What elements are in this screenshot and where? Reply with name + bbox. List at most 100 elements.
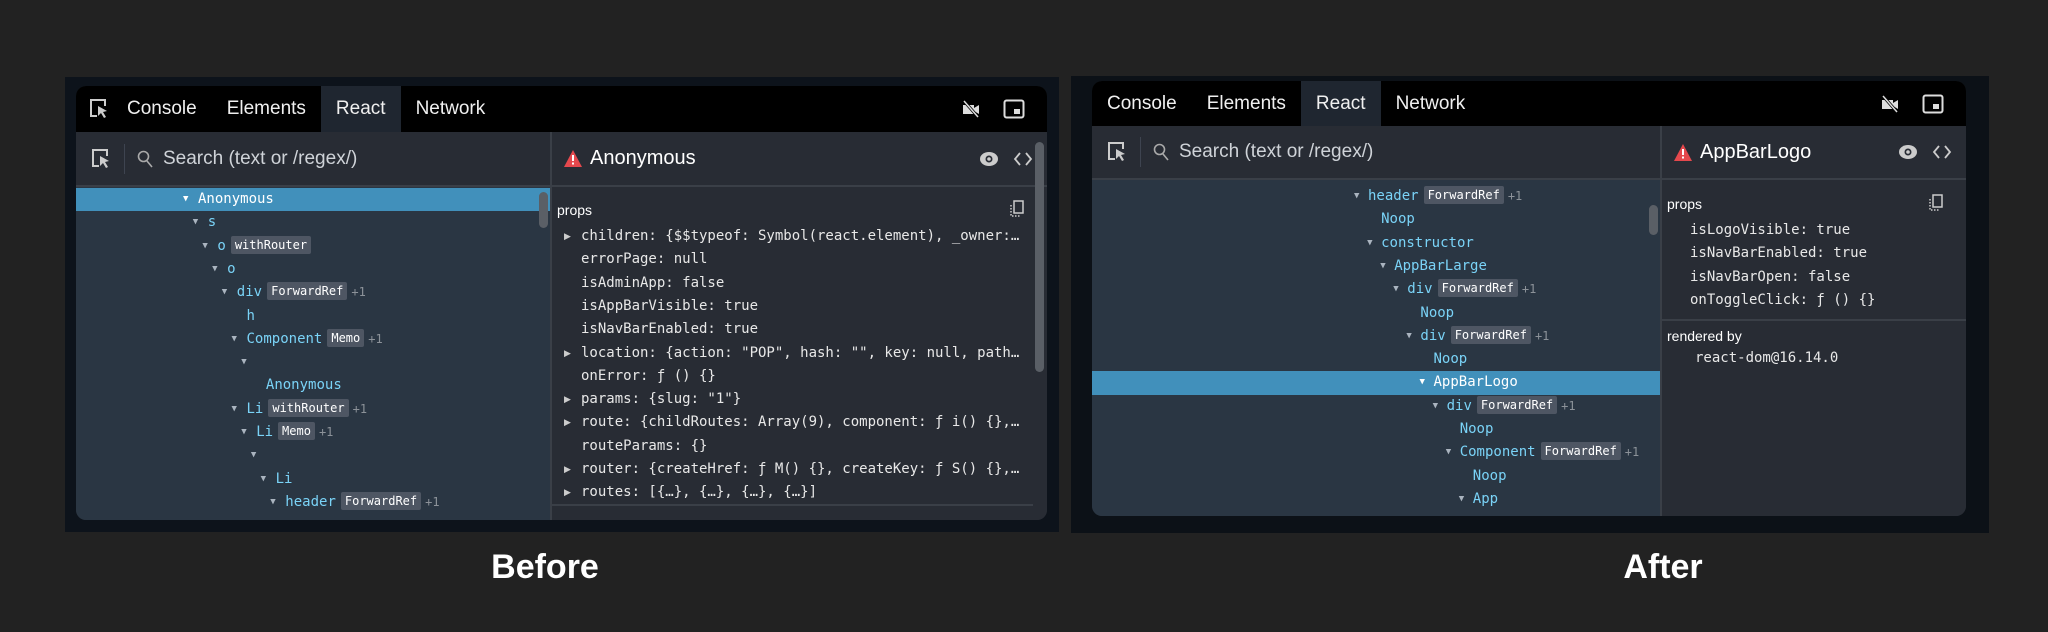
expand-triangle-icon[interactable]: ▼: [212, 258, 217, 281]
tree-row[interactable]: Noop: [1092, 208, 1660, 231]
prop-entry[interactable]: isAdminApp: false: [581, 275, 1027, 291]
tree-row[interactable]: ▼ o: [76, 258, 550, 281]
tree-row[interactable]: Noop: [1092, 302, 1660, 325]
tree-row[interactable]: Noop: [1092, 465, 1660, 488]
expand-prop-icon[interactable]: ▶: [564, 464, 571, 475]
copy-props-icon[interactable]: [1928, 194, 1944, 212]
expand-prop-icon[interactable]: ▶: [564, 487, 571, 498]
tree-row[interactable]: ▼ constructor: [1092, 232, 1660, 255]
tab-react[interactable]: React: [320, 86, 401, 132]
prop-entry[interactable]: isNavBarEnabled: true: [581, 321, 1027, 337]
tree-row[interactable]: ▼ div ForwardRef +1: [1092, 325, 1660, 348]
expand-triangle-icon[interactable]: ▼: [1393, 278, 1398, 301]
prop-entry[interactable]: onToggleClick: ƒ () {}: [1690, 292, 1946, 308]
tree-row[interactable]: ▼ o withRouter: [76, 235, 550, 258]
expand-triangle-icon[interactable]: ▼: [1367, 232, 1372, 255]
expand-prop-icon[interactable]: ▶: [564, 348, 571, 359]
renderer-version: react-dom@16.14.0: [1695, 350, 1839, 366]
expand-triangle-icon[interactable]: ▼: [270, 491, 275, 514]
prop-entry[interactable]: isNavBarOpen: false: [1690, 269, 1946, 285]
expand-triangle-icon[interactable]: ▼: [1406, 325, 1411, 348]
expand-triangle-icon[interactable]: ▼: [1433, 395, 1438, 418]
tree-row[interactable]: ▼ Li withRouter +1: [76, 398, 550, 421]
tree-row[interactable]: Noop: [1092, 348, 1660, 371]
inspect-cursor-icon[interactable]: [76, 86, 112, 132]
tree-row[interactable]: ▼ Li: [76, 468, 550, 491]
prop-entry[interactable]: isNavBarEnabled: true: [1690, 245, 1946, 261]
tree-row[interactable]: ▼ Anonymous: [76, 188, 550, 212]
expand-triangle-icon[interactable]: ▼: [241, 421, 246, 444]
tree-row[interactable]: ▼ Li Memo +1: [76, 421, 550, 444]
tree-scrollbar[interactable]: [1649, 205, 1658, 235]
prop-entry[interactable]: isAppBarVisible: true: [581, 298, 1027, 314]
tree-row[interactable]: ▼ App: [1092, 488, 1660, 511]
select-element-icon[interactable]: [90, 147, 112, 171]
prop-entry[interactable]: children: {$$typeof: Symbol(react.elemen…: [581, 228, 1027, 244]
tab-console[interactable]: Console: [112, 86, 212, 132]
camera-off-icon[interactable]: [961, 100, 981, 118]
tab-network[interactable]: Network: [401, 86, 501, 132]
expand-triangle-icon[interactable]: ▼: [202, 235, 207, 258]
expand-prop-icon[interactable]: ▶: [564, 231, 571, 242]
prop-entry[interactable]: isLogoVisible: true: [1690, 222, 1946, 238]
picture-in-picture-icon[interactable]: [1003, 99, 1025, 119]
search-input[interactable]: Search (text or /regex/): [163, 148, 357, 170]
tree-row[interactable]: ▼ header ForwardRef +1: [76, 491, 550, 514]
tree-row[interactable]: Noop: [1092, 418, 1660, 441]
prop-entry[interactable]: errorPage: null: [581, 251, 1027, 267]
expand-triangle-icon[interactable]: ▼: [1446, 441, 1451, 464]
tab-console[interactable]: Console: [1092, 81, 1192, 126]
prop-entry[interactable]: onError: ƒ () {}: [581, 368, 1027, 384]
tab-elements[interactable]: Elements: [1192, 81, 1301, 126]
search-input[interactable]: Search (text or /regex/): [1179, 141, 1373, 163]
expand-triangle-icon[interactable]: ▼: [1354, 185, 1359, 208]
expand-triangle-icon[interactable]: ▼: [261, 468, 266, 491]
expand-triangle-icon[interactable]: ▼: [1380, 255, 1385, 278]
tree-row[interactable]: ▼ AppBarLogo: [1092, 371, 1660, 395]
tree-row[interactable]: ▼ div ForwardRef +1: [76, 281, 550, 304]
prop-entry[interactable]: location: {action: "POP", hash: "", key:…: [581, 345, 1027, 361]
view-source-icon[interactable]: [1013, 151, 1033, 167]
tree-row[interactable]: ▼: [76, 444, 550, 467]
tree-row[interactable]: ▼: [76, 351, 550, 374]
hoc-badge: Memo: [278, 422, 315, 440]
expand-triangle-icon[interactable]: ▼: [1459, 488, 1464, 511]
select-element-icon[interactable]: [1106, 140, 1128, 164]
view-source-icon[interactable]: [1932, 144, 1952, 160]
expand-prop-icon[interactable]: ▶: [564, 417, 571, 428]
expand-triangle-icon[interactable]: ▼: [232, 398, 237, 421]
tree-row[interactable]: ▼ div ForwardRef +1: [1092, 278, 1660, 301]
camera-off-icon[interactable]: [1880, 94, 1900, 113]
inspect-dom-eye-icon[interactable]: [979, 151, 999, 167]
tab-elements[interactable]: Elements: [212, 86, 321, 132]
expand-triangle-icon[interactable]: ▼: [251, 444, 256, 467]
props-scrollbar[interactable]: [1035, 142, 1044, 372]
copy-props-icon[interactable]: [1009, 200, 1025, 218]
prop-entry[interactable]: route: {childRoutes: Array(9), component…: [581, 414, 1027, 430]
tree-scrollbar[interactable]: [539, 192, 548, 228]
expand-triangle-icon[interactable]: ▼: [222, 281, 227, 304]
prop-entry[interactable]: routeParams: {}: [581, 438, 1027, 454]
expand-triangle-icon[interactable]: ▼: [183, 188, 188, 211]
expand-triangle-icon[interactable]: ▼: [232, 328, 237, 351]
expand-triangle-icon[interactable]: ▼: [1420, 371, 1425, 394]
tab-network[interactable]: Network: [1381, 81, 1481, 126]
expand-triangle-icon[interactable]: ▼: [193, 211, 198, 234]
picture-in-picture-icon[interactable]: [1922, 94, 1944, 114]
tree-row[interactable]: ▼ Component ForwardRef +1: [1092, 441, 1660, 464]
tree-row[interactable]: ▼ AppBarLarge: [1092, 255, 1660, 278]
tree-row[interactable]: Anonymous: [76, 374, 550, 397]
expand-triangle-icon[interactable]: ▼: [241, 351, 246, 374]
prop-entry[interactable]: router: {createHref: ƒ M() {}, createKey…: [581, 461, 1027, 477]
inspect-dom-eye-icon[interactable]: [1898, 144, 1918, 160]
tree-row[interactable]: ▼ header ForwardRef +1: [1092, 185, 1660, 208]
tree-row[interactable]: ▼ s: [76, 211, 550, 234]
component-name: Noop: [1433, 351, 1468, 368]
prop-entry[interactable]: params: {slug: "1"}: [581, 391, 1027, 407]
tree-row[interactable]: ▼ div ForwardRef +1: [1092, 395, 1660, 418]
tree-row[interactable]: h: [76, 305, 550, 328]
expand-prop-icon[interactable]: ▶: [564, 394, 571, 405]
tree-row[interactable]: ▼ Component Memo +1: [76, 328, 550, 351]
prop-entry[interactable]: routes: [{…}, {…}, {…}, {…}]: [581, 484, 1027, 500]
tab-react[interactable]: React: [1300, 81, 1381, 126]
